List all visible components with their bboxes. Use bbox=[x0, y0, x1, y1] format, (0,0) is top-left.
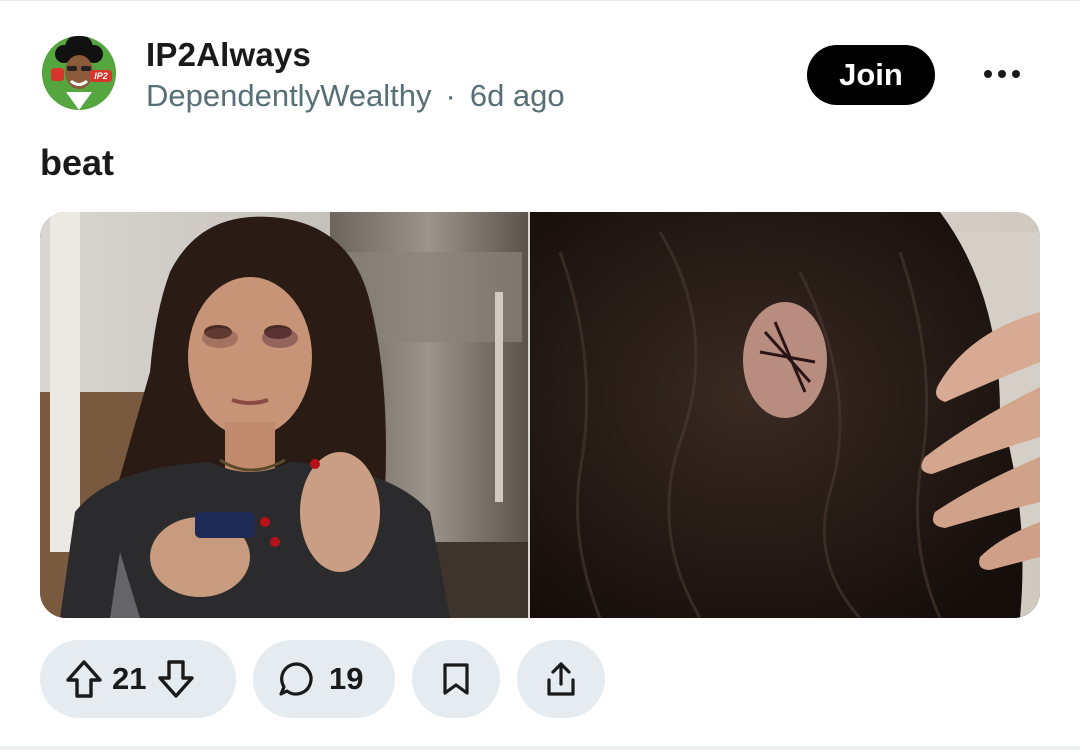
comments-button[interactable]: 19 bbox=[253, 640, 395, 718]
meta-separator: · bbox=[445, 78, 456, 113]
save-button[interactable] bbox=[412, 640, 500, 718]
post-title[interactable]: beat bbox=[40, 142, 114, 184]
post-media[interactable] bbox=[40, 212, 1040, 618]
bottom-divider bbox=[0, 746, 1080, 750]
more-options-button[interactable] bbox=[980, 56, 1024, 92]
arrow-down-icon bbox=[158, 660, 195, 698]
speech-bubble-icon bbox=[279, 662, 313, 696]
upvote-button[interactable] bbox=[64, 658, 104, 700]
share-icon bbox=[547, 662, 575, 696]
post-meta: DependentlyWealthy · 6d ago bbox=[146, 78, 565, 114]
user-avatar[interactable]: IP2 bbox=[42, 36, 116, 110]
comment-count: 19 bbox=[329, 661, 364, 696]
downvote-button[interactable] bbox=[156, 658, 196, 700]
post-time: 6d ago bbox=[469, 78, 565, 113]
join-button[interactable]: Join bbox=[807, 45, 935, 105]
avatar-logo-text: IP2 bbox=[94, 71, 108, 81]
post-image bbox=[40, 212, 1040, 618]
top-divider bbox=[0, 0, 1080, 1]
subreddit-name[interactable]: DependentlyWealthy bbox=[146, 78, 432, 113]
bookmark-icon bbox=[443, 663, 469, 695]
share-button[interactable] bbox=[517, 640, 605, 718]
post-author[interactable]: IP2Always bbox=[146, 36, 311, 74]
vote-bar: 21 bbox=[40, 640, 236, 718]
arrow-up-icon bbox=[66, 660, 102, 698]
upvote-count: 21 bbox=[112, 661, 147, 696]
more-horizontal-icon bbox=[984, 70, 1020, 78]
avatar-image: IP2 bbox=[42, 36, 116, 110]
